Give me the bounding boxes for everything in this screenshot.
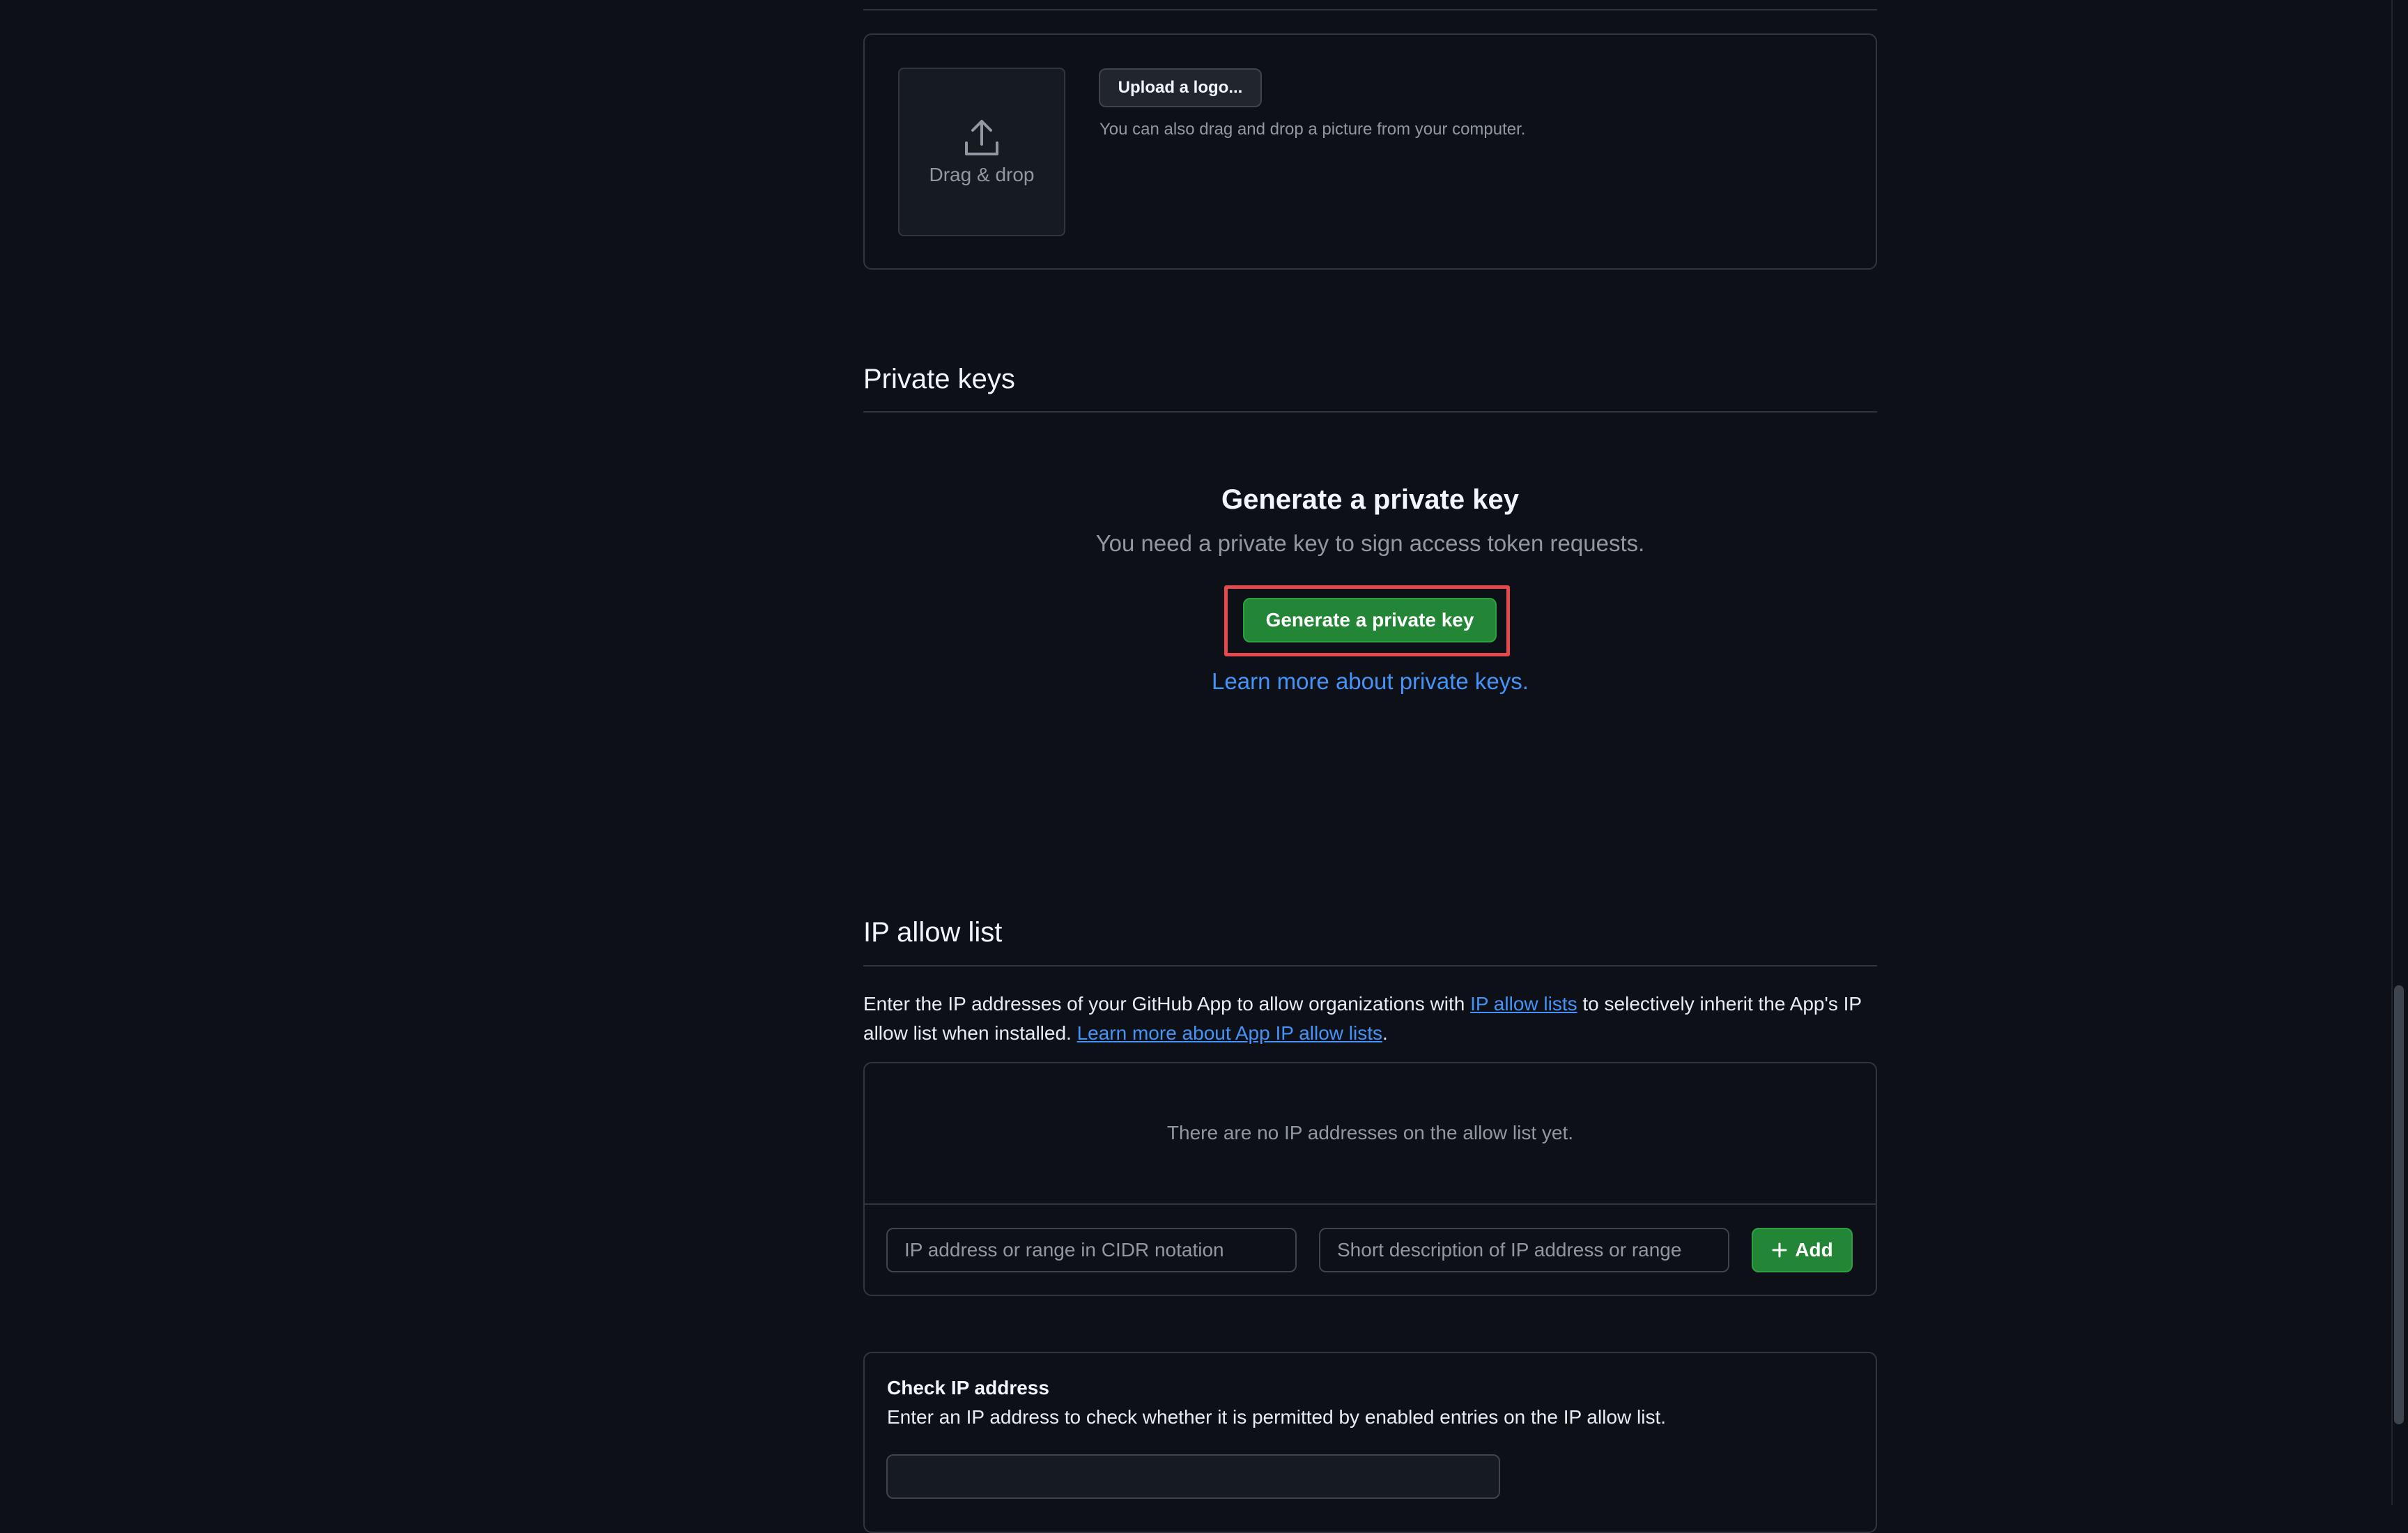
upload-note: You can also drag and drop a picture fro… (1099, 120, 1526, 139)
ip-panel-divider (865, 1203, 1876, 1205)
upload-icon (965, 120, 998, 155)
plus-icon (1772, 1242, 1787, 1258)
learn-more-private-keys-link[interactable]: Learn more about private keys. (863, 668, 1877, 695)
add-ip-button[interactable]: Add (1752, 1228, 1853, 1272)
learn-more-app-ip-allow-lists-link[interactable]: Learn more about App IP allow lists (1077, 1022, 1382, 1044)
dropzone-label: Drag & drop (929, 164, 1035, 185)
check-ip-input[interactable] (886, 1454, 1500, 1499)
logo-dropzone[interactable]: Drag & drop (898, 68, 1065, 236)
ip-allow-list-title: IP allow list (863, 917, 1003, 948)
ip-allow-lists-link[interactable]: IP allow lists (1470, 993, 1577, 1015)
ip-description-input[interactable] (1319, 1228, 1729, 1272)
private-keys-rule (863, 411, 1877, 413)
generate-key-description: You need a private key to sign access to… (1095, 530, 1645, 556)
add-button-label: Add (1795, 1239, 1833, 1261)
generate-private-key-button[interactable]: Generate a private key (1243, 598, 1497, 642)
check-ip-description: Enter an IP address to check whether it … (887, 1406, 1667, 1428)
generate-key-heading: Generate a private key (1221, 484, 1519, 515)
ip-empty-message: There are no IP addresses on the allow l… (1166, 1122, 1574, 1143)
ip-allow-list-description: Enter the IP addresses of your GitHub Ap… (863, 993, 1862, 1044)
check-ip-title: Check IP address (887, 1377, 1049, 1399)
private-keys-title: Private keys (863, 364, 1015, 394)
scrollbar-thumb[interactable] (2394, 985, 2404, 1424)
upload-logo-button[interactable]: Upload a logo... (1099, 68, 1262, 107)
ip-allow-list-rule (863, 965, 1877, 966)
ip-address-input[interactable] (886, 1228, 1297, 1272)
section-divider (863, 9, 1877, 10)
